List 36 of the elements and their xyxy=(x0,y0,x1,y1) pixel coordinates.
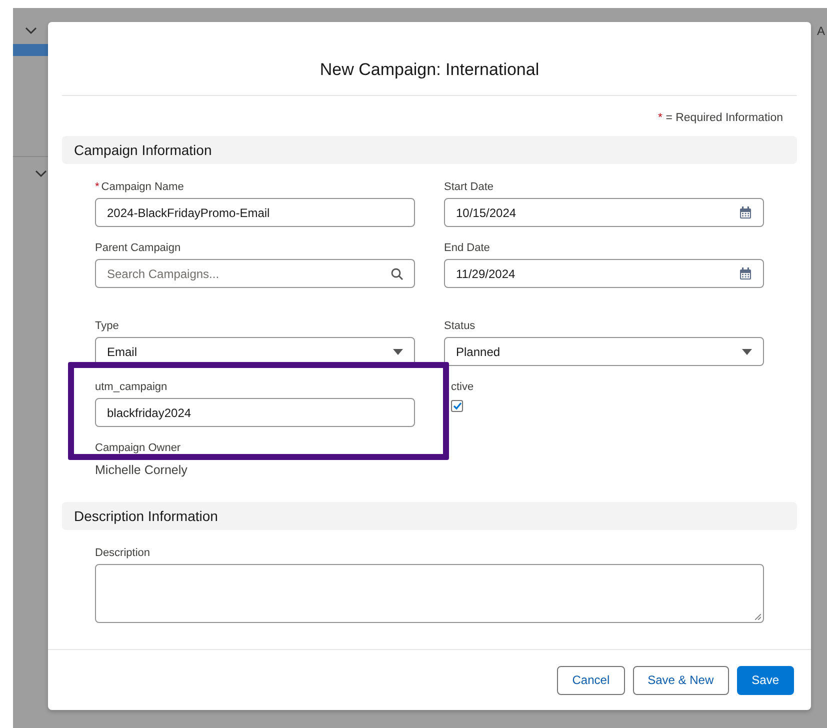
field-label: Type xyxy=(95,319,119,334)
date-field[interactable]: 10/15/2024 xyxy=(444,198,764,227)
section-header: Campaign Information xyxy=(62,136,797,164)
secondary-button[interactable]: Cancel xyxy=(557,666,625,694)
field-label: * Campaign Name xyxy=(95,180,184,195)
field-label: Status xyxy=(444,319,476,334)
field-value: Michelle Cornely xyxy=(95,462,188,479)
section-header: Description Information xyxy=(62,502,797,530)
field-label: ctive xyxy=(451,380,474,395)
chevron-down-icon xyxy=(25,27,37,35)
date-field[interactable]: 11/29/2024 xyxy=(444,259,764,288)
save-button[interactable]: Save xyxy=(736,666,794,694)
dropdown-arrow-icon xyxy=(393,348,403,354)
dropdown[interactable]: Planned xyxy=(444,337,764,366)
description-field[interactable] xyxy=(95,564,764,623)
secondary-button[interactable]: Save & New xyxy=(632,666,729,694)
checkbox[interactable] xyxy=(451,400,463,412)
calendar-icon xyxy=(739,206,752,219)
header-strip xyxy=(13,44,49,56)
field-label: Parent Campaign xyxy=(95,241,181,256)
modal-title: New Campaign: International xyxy=(320,58,540,81)
field-label: Start Date xyxy=(444,180,494,195)
chevron-down-icon xyxy=(35,170,47,178)
backdrop-text: A xyxy=(816,23,825,40)
text-field[interactable]: 2024-BlackFridayPromo-Email xyxy=(95,198,415,227)
field-label: End Date xyxy=(444,241,490,256)
field-label: Description xyxy=(95,546,150,561)
required-note: * = Required Information xyxy=(658,112,783,124)
search-icon xyxy=(391,268,403,280)
dropdown-arrow-icon xyxy=(742,348,752,354)
search-field[interactable]: Search Campaigns... xyxy=(95,259,415,288)
resize-handle-icon[interactable] xyxy=(755,614,761,620)
calendar-icon xyxy=(739,267,752,280)
field-label: Campaign Owner xyxy=(95,441,181,456)
field-label: utm_campaign xyxy=(95,380,168,395)
text-field[interactable]: blackfriday2024 xyxy=(95,398,415,427)
